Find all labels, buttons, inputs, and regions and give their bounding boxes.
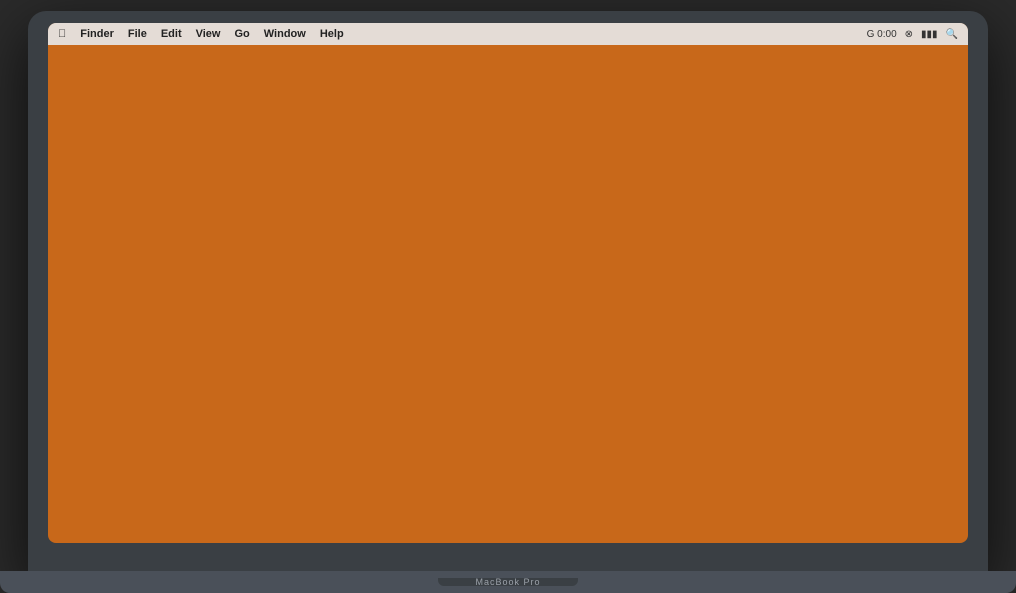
laptop-shell:  Finder File Edit View Go Window Help G…: [28, 11, 988, 571]
menu-help[interactable]: Help: [320, 28, 344, 40]
laptop-screen:  Finder File Edit View Go Window Help G…: [48, 23, 968, 543]
menu-time: G 0:00: [867, 29, 897, 40]
search-icon[interactable]: 🔍: [946, 29, 958, 40]
menu-edit[interactable]: Edit: [161, 28, 182, 40]
menu-finder[interactable]: Finder: [80, 28, 114, 40]
menu-go[interactable]: Go: [234, 28, 249, 40]
battery-icon: ▮▮▮: [921, 29, 938, 40]
laptop-brand-label: MacBook Pro: [475, 577, 540, 587]
menubar-right: G 0:00 ⊗ ▮▮▮ 🔍: [867, 29, 958, 40]
apple-menu[interactable]: : [58, 28, 66, 40]
menu-window[interactable]: Window: [264, 28, 306, 40]
menu-view[interactable]: View: [196, 28, 221, 40]
menu-file[interactable]: File: [128, 28, 147, 40]
menubar:  Finder File Edit View Go Window Help G…: [48, 23, 968, 45]
menubar-left:  Finder File Edit View Go Window Help: [58, 28, 344, 40]
wifi-icon: ⊗: [905, 29, 913, 40]
